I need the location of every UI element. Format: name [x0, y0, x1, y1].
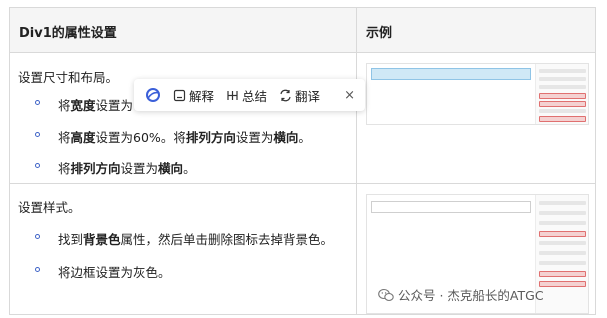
header-example: 示例 [366, 26, 393, 41]
column-divider [356, 8, 357, 314]
summary-button[interactable]: 总结 [226, 86, 267, 105]
text-segment: 将边框设置为灰色。 [58, 265, 171, 280]
row2-title: 设置样式。 [18, 200, 81, 215]
bullet-dot [35, 234, 40, 239]
text-segment: 。 [183, 161, 196, 176]
thumb-properties-panel [535, 64, 588, 124]
text-segment: 设置为60%。将 [95, 130, 186, 145]
row1-bullet-1: 将宽度设置为 [58, 95, 133, 114]
translate-button[interactable]: 翻译 [279, 86, 320, 105]
watermark-text: 公众号 · 杰克船长的ATGC [398, 288, 544, 303]
row1-bullet-3: 将排列方向设置为横向。 [58, 158, 196, 177]
explain-button[interactable]: 解释 [173, 86, 214, 105]
assistant-logo-icon[interactable] [145, 87, 161, 103]
explain-icon [173, 89, 186, 101]
header-div1-properties: Div1的属性设置 [19, 26, 117, 41]
bullet-dot [35, 100, 40, 105]
text-segment: 将 [58, 161, 71, 176]
text-segment: 将 [58, 98, 71, 113]
wechat-icon [378, 288, 394, 301]
properties-table: Div1的属性设置 示例 设置尺寸和布局。 将宽度设置为 将高度设置为60%。将… [9, 7, 596, 315]
bold-term: 背景色 [83, 232, 121, 247]
row-divider [10, 183, 595, 184]
bold-term: 排列方向 [70, 161, 121, 176]
text-segment: 。 [298, 130, 311, 145]
bullet-dot [35, 132, 40, 137]
bold-term: 横向 [273, 130, 299, 145]
bullet-dot [35, 163, 40, 168]
text-segment: 将 [58, 130, 71, 145]
explain-label: 解释 [189, 88, 215, 104]
text-segment: 设置为 [120, 161, 159, 176]
example-screenshot-layout[interactable] [366, 63, 589, 125]
text-segment: 找到 [58, 232, 84, 247]
row2-bullet-2: 将边框设置为灰色。 [58, 262, 171, 281]
row-divider [10, 52, 595, 53]
text-segment: 设置为 [235, 130, 274, 145]
close-icon[interactable]: × [344, 88, 355, 103]
translate-label: 翻译 [295, 88, 321, 104]
row1-bullet-2: 将高度设置为60%。将排列方向设置为横向。 [58, 127, 311, 146]
wechat-watermark: 公众号 · 杰克船长的ATGC [378, 285, 544, 304]
summary-icon [227, 90, 238, 100]
row2-bullet-1: 找到背景色属性，然后单击删除图标去掉背景色。 [58, 229, 333, 248]
bold-term: 横向 [158, 161, 184, 176]
text-segment: 设置为 [95, 98, 134, 113]
bold-term: 宽度 [70, 98, 96, 113]
summary-label: 总结 [242, 88, 268, 104]
bold-term: 排列方向 [185, 130, 236, 145]
selection-toolbar: 解释 总结 翻译 × [134, 79, 365, 111]
bold-term: 高度 [70, 130, 96, 145]
text-segment: 属性，然后单击删除图标去掉背景色。 [120, 232, 334, 247]
thumb-div-preview [371, 201, 531, 213]
row1-title: 设置尺寸和布局。 [18, 70, 119, 85]
translate-icon [280, 89, 291, 101]
bullet-dot [35, 267, 40, 272]
thumb-div-preview [371, 68, 531, 80]
